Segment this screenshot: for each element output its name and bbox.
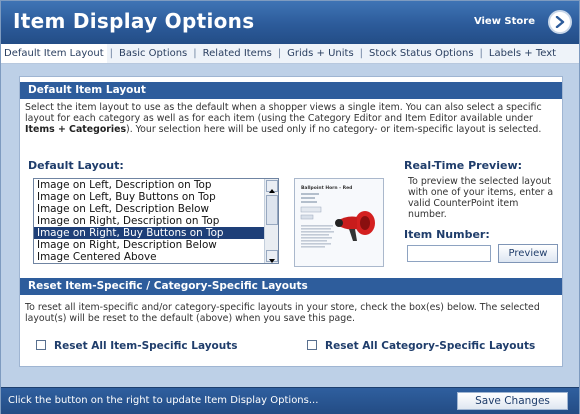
realtime-preview-label: Real-Time Preview: xyxy=(404,159,523,172)
item-number-label: Item Number: xyxy=(404,228,490,241)
layout-option[interactable]: Image on Left, Buy Buttons on Top xyxy=(34,191,278,203)
reset-category-specific-checkbox[interactable] xyxy=(307,340,317,350)
description-text: Select the item layout to use as the def… xyxy=(25,102,542,124)
tab-separator: | xyxy=(109,48,114,59)
tab-stock-status-options[interactable]: Stock Status Options xyxy=(366,44,476,63)
layout-preview-thumbnail: Ballpoint Horn - Red xyxy=(294,178,384,267)
tab-labels-text[interactable]: Labels + Text xyxy=(486,44,559,63)
tab-separator: | xyxy=(479,48,483,59)
tab-separator: | xyxy=(277,48,282,59)
reset-layouts-heading: Reset Item-Specific / Category-Specific … xyxy=(20,278,562,295)
reset-item-specific-checkbox-row[interactable]: Reset All Item-Specific Layouts xyxy=(36,340,238,352)
view-store-button[interactable] xyxy=(548,10,572,34)
footer-message: Click the button on the right to update … xyxy=(8,395,319,406)
tab-default-item-layout[interactable]: Default Item Layout xyxy=(1,44,107,63)
default-layout-description: Select the item layout to use as the def… xyxy=(25,102,560,135)
layout-option[interactable]: Image on Right, Description on Top xyxy=(34,215,278,227)
tab-related-items[interactable]: Related Items xyxy=(200,44,275,63)
reset-category-specific-checkbox-row[interactable]: Reset All Category-Specific Layouts xyxy=(307,340,535,352)
default-layout-listbox[interactable]: Image on Left, Description on Top Image … xyxy=(33,178,279,264)
page-title: Item Display Options xyxy=(13,9,255,33)
layout-option[interactable]: Image on Right, Description Below xyxy=(34,239,278,251)
title-bar: Item Display Options View Store xyxy=(1,1,579,44)
layout-thumbnail-image: Ballpoint Horn - Red xyxy=(295,179,383,266)
tab-separator: | xyxy=(359,48,364,59)
layout-option-selected[interactable]: Image on Right, Buy Buttons on Top xyxy=(34,227,278,239)
reset-layouts-description: To reset all item-specific and/or catego… xyxy=(25,302,540,324)
scroll-thumb[interactable] xyxy=(266,195,278,225)
scroll-down-button[interactable] xyxy=(266,250,278,263)
save-changes-button[interactable]: Save Changes xyxy=(457,392,568,410)
scroll-up-button[interactable] xyxy=(266,180,278,193)
description-bold-link: Items + Categories xyxy=(25,124,127,135)
settings-panel: Default Item Layout Select the item layo… xyxy=(19,76,563,367)
triangle-down-icon xyxy=(269,259,275,263)
listbox-scrollbar[interactable] xyxy=(264,179,278,263)
view-store-link[interactable]: View Store xyxy=(474,16,535,27)
thumbnail-title: Ballpoint Horn - Red xyxy=(301,185,352,191)
arrow-right-icon xyxy=(555,16,565,28)
reset-item-specific-label[interactable]: Reset All Item-Specific Layouts xyxy=(54,340,238,352)
tab-separator: | xyxy=(193,48,197,59)
tab-basic-options[interactable]: Basic Options xyxy=(116,44,190,63)
tab-bar: Default Item Layout | Basic Options | Relate… xyxy=(1,44,579,64)
default-layout-heading: Default Item Layout xyxy=(20,82,562,99)
tab-grids-units[interactable]: Grids + Units xyxy=(284,44,357,63)
reset-category-specific-label[interactable]: Reset All Category-Specific Layouts xyxy=(325,340,535,352)
layout-option[interactable]: Image Centered Above xyxy=(34,251,278,263)
default-layout-label: Default Layout: xyxy=(28,159,124,172)
realtime-preview-text: To preview the selected layout with one … xyxy=(408,176,554,220)
layout-option[interactable]: Image on Left, Description on Top xyxy=(34,179,278,191)
layout-option[interactable]: Image on Left, Description Below xyxy=(34,203,278,215)
preview-button[interactable]: Preview xyxy=(498,244,558,263)
item-number-input[interactable] xyxy=(407,245,491,262)
description-text: ). Your selection here will be used only… xyxy=(126,124,542,135)
footer-bar: Click the button on the right to update … xyxy=(1,387,579,414)
reset-item-specific-checkbox[interactable] xyxy=(36,340,46,350)
item-display-options-window: Item Display Options View Store Default … xyxy=(0,0,580,414)
